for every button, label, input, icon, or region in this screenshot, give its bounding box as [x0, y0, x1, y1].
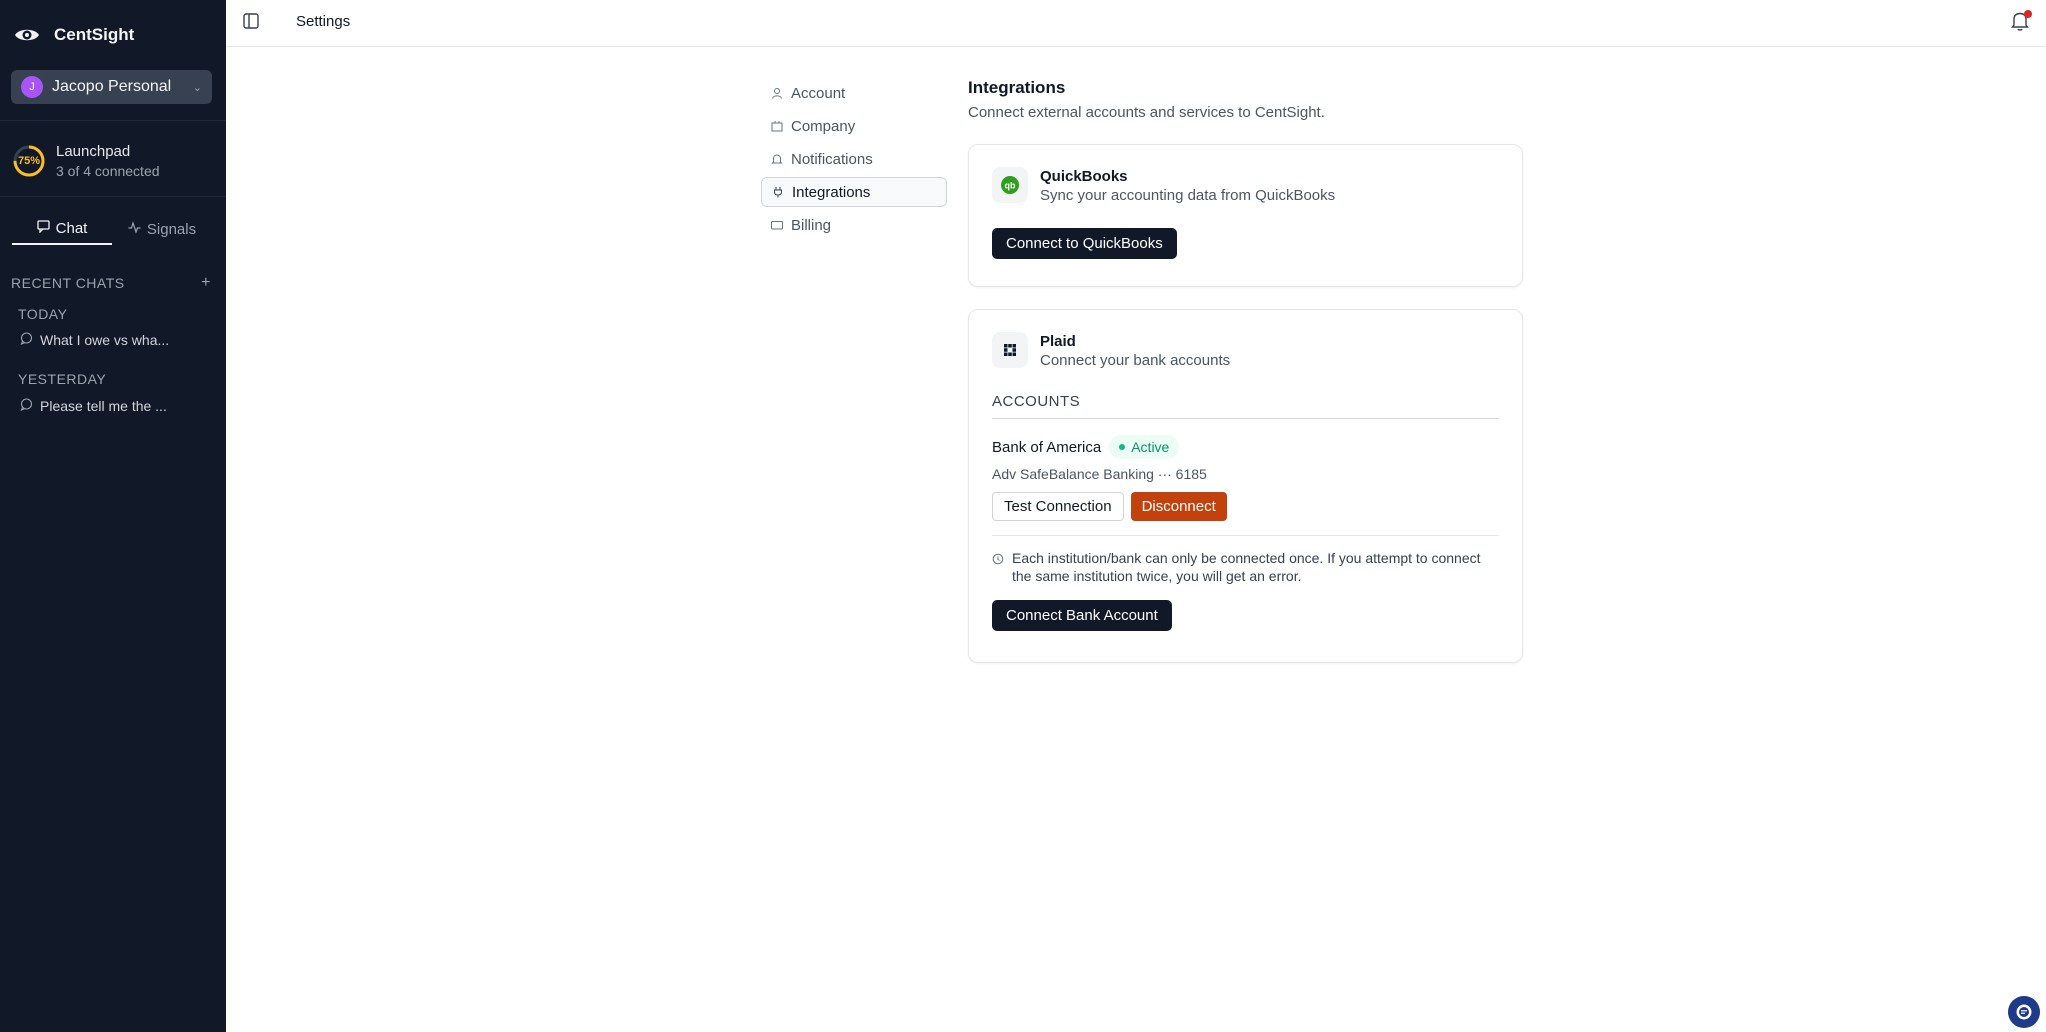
workspace-selector[interactable]: J Jacopo Personal ⌄ [11, 70, 212, 104]
settings-nav-billing[interactable]: Billing [761, 210, 947, 240]
status-badge: Active [1109, 435, 1180, 459]
settings-nav-label: Account [791, 84, 846, 102]
section-subtitle: Connect external accounts and services t… [968, 104, 1325, 121]
chat-group-label: YESTERDAY [18, 371, 107, 387]
launchpad-subtitle: 3 of 4 connected [56, 163, 160, 179]
settings-nav-label: Integrations [792, 183, 871, 201]
chat-bubble-icon [20, 398, 33, 414]
status-text: Active [1131, 439, 1170, 455]
chat-title: What I owe vs wha... [40, 332, 170, 348]
note-divider [992, 535, 1499, 536]
chat-icon [37, 219, 50, 237]
notification-dot [2024, 10, 2032, 18]
building-icon [771, 120, 783, 132]
recent-chats-label: RECENT CHATS [11, 275, 125, 291]
bank-account-detail: Adv SafeBalance Banking ··· 6185 [992, 466, 1207, 482]
quickbooks-logo-icon: qb [992, 167, 1028, 203]
connection-note: Each institution/bank can only be connec… [992, 549, 1499, 585]
brand[interactable]: CentSight [14, 20, 134, 50]
integrations-header: Integrations Connect external accounts a… [968, 78, 1523, 121]
quickbooks-title: QuickBooks [1040, 168, 1128, 185]
accounts-divider [992, 418, 1499, 419]
tab-signals[interactable]: Signals [112, 213, 212, 245]
launchpad-percent: 75% [17, 155, 41, 167]
tab-chat-label: Chat [55, 219, 88, 237]
help-chat-widget-icon[interactable] [2008, 996, 2040, 1028]
quickbooks-card: qb QuickBooks Sync your accounting data … [968, 144, 1523, 287]
plaid-logo-icon [992, 332, 1028, 368]
chat-bubble-icon [20, 332, 33, 348]
info-circle-icon [992, 549, 1004, 585]
disconnect-button[interactable]: Disconnect [1130, 492, 1227, 521]
new-chat-plus-icon[interactable]: + [201, 274, 211, 292]
sidebar-tabs: Chat Signals [12, 213, 212, 245]
plaid-description: Connect your bank accounts [1040, 352, 1231, 369]
connect-quickbooks-button[interactable]: Connect to QuickBooks [992, 228, 1177, 259]
eye-logo-icon [14, 22, 40, 48]
launchpad-progress-ring: 75% [12, 144, 46, 178]
quickbooks-description: Sync your accounting data from QuickBook… [1040, 187, 1336, 204]
chat-group-label: TODAY [18, 306, 68, 322]
top-bar: Settings [226, 0, 2046, 47]
launchpad[interactable]: 75% Launchpad 3 of 4 connected [12, 143, 160, 179]
workspace-name: Jacopo Personal [52, 78, 172, 95]
bank-name: Bank of America [992, 438, 1102, 456]
settings-nav-account[interactable]: Account [761, 78, 947, 108]
chat-title: Please tell me the ... [40, 398, 167, 414]
accounts-label: ACCOUNTS [992, 393, 1081, 410]
sidebar-divider [0, 196, 226, 197]
chat-list-item[interactable]: What I owe vs wha... [20, 332, 190, 348]
settings-nav-integrations[interactable]: Integrations [761, 177, 947, 207]
sidebar-toggle-icon[interactable] [242, 12, 264, 32]
quickbooks-card-header: qb QuickBooks Sync your accounting data … [992, 167, 1499, 204]
sidebar-divider [0, 120, 226, 121]
bank-actions: Test Connection Disconnect [992, 492, 1499, 521]
notifications-bell-icon[interactable] [2010, 10, 2032, 32]
settings-nav-label: Notifications [791, 150, 873, 168]
plug-icon [772, 186, 784, 198]
settings-nav-company[interactable]: Company [761, 111, 947, 141]
connection-note-text: Each institution/bank can only be connec… [1012, 550, 1481, 584]
quickbooks-logo-text: qb [1005, 181, 1016, 191]
card-icon [771, 219, 783, 231]
settings-nav-label: Billing [791, 216, 832, 234]
settings-nav: Account Company Notifications Integratio… [761, 78, 947, 243]
status-dot-icon [1119, 444, 1126, 450]
bank-account-row: Bank of America Active [992, 435, 1499, 459]
recent-chats-header: RECENT CHATS + [11, 274, 211, 292]
plaid-card-header: Plaid Connect your bank accounts [992, 332, 1499, 369]
chevron-down-icon: ⌄ [192, 81, 202, 94]
settings-nav-notifications[interactable]: Notifications [761, 144, 947, 174]
tab-chat[interactable]: Chat [12, 213, 112, 245]
settings-nav-label: Company [791, 117, 856, 135]
launchpad-title: Launchpad [56, 143, 131, 160]
chat-list-item[interactable]: Please tell me the ... [20, 398, 190, 414]
section-title: Integrations [968, 78, 1066, 97]
workspace-avatar: J [21, 76, 43, 98]
tab-signals-label: Signals [146, 220, 197, 238]
plaid-card: Plaid Connect your bank accounts ACCOUNT… [968, 309, 1523, 663]
page-title: Settings [296, 13, 351, 30]
activity-icon [128, 220, 141, 238]
app-name: CentSight [54, 25, 135, 44]
sidebar: CentSight J Jacopo Personal ⌄ 75% Launch… [0, 0, 226, 1032]
connect-bank-account-button[interactable]: Connect Bank Account [992, 600, 1172, 631]
bell-icon [771, 153, 783, 165]
plaid-title: Plaid [1040, 333, 1076, 350]
user-icon [771, 87, 783, 99]
test-connection-button[interactable]: Test Connection [992, 492, 1124, 521]
